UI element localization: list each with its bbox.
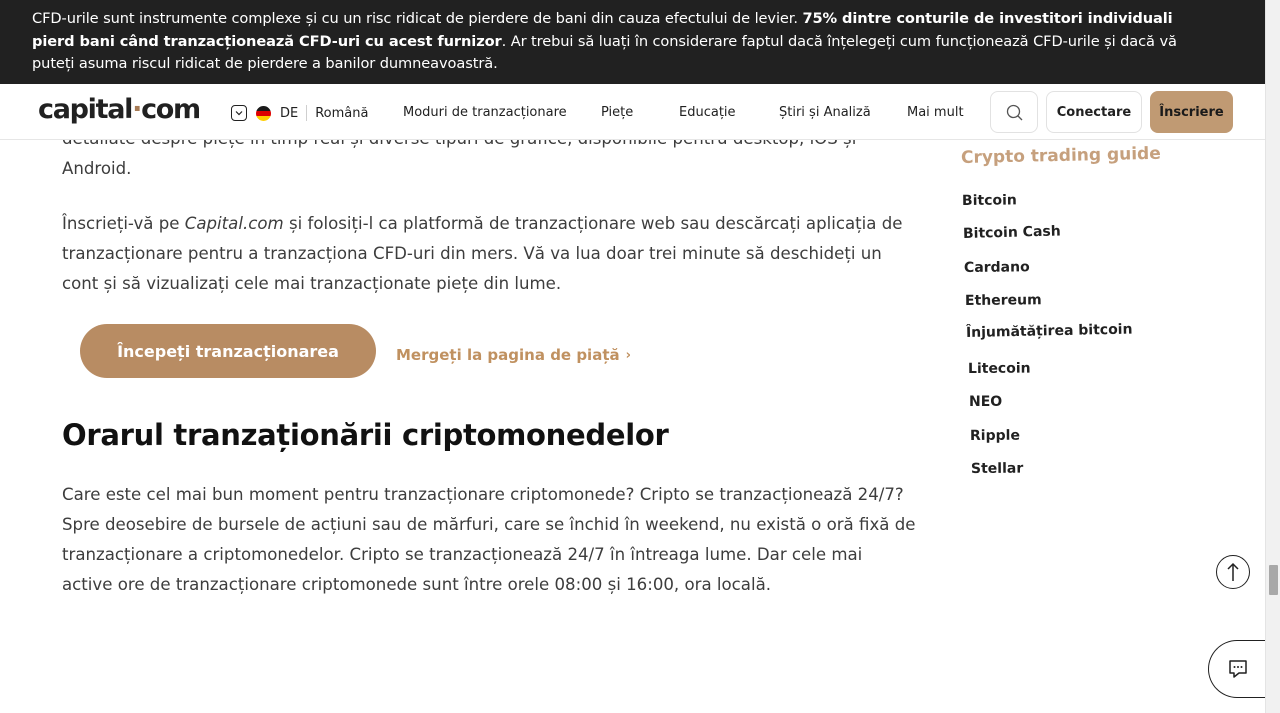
guide-item-ethereum[interactable]: Ethereum — [965, 292, 1042, 309]
chat-button[interactable] — [1208, 640, 1268, 698]
market-page-link[interactable]: Mergeți la pagina de piață › — [396, 346, 631, 364]
chat-icon — [1228, 660, 1247, 678]
language-selector[interactable]: DE Română — [231, 103, 368, 123]
risk-warning-banner: CFD-urile sunt instrumente complexe și c… — [0, 0, 1265, 84]
risk-text: CFD-urile sunt instrumente complexe și c… — [32, 10, 803, 27]
article-paragraph-signup: Înscrieți-vă pe Capital.com și folosiți-… — [62, 209, 917, 299]
back-to-top-button[interactable] — [1216, 555, 1250, 589]
crypto-guide-title: Crypto trading guide — [960, 143, 1161, 168]
guide-item-ripple[interactable]: Ripple — [970, 428, 1020, 444]
guide-item-cardano[interactable]: Cardano — [964, 259, 1030, 276]
signup-button[interactable]: Înscriere — [1150, 91, 1233, 133]
nav-news-analysis[interactable]: Știri și Analiză — [779, 105, 871, 120]
divider — [306, 105, 308, 121]
guide-item-stellar[interactable]: Stellar — [971, 461, 1023, 477]
search-button[interactable] — [990, 91, 1038, 133]
search-icon — [1006, 104, 1022, 120]
logo-dot: · — [132, 94, 142, 125]
nav-trading-modes[interactable]: Moduri de tranzacționare — [403, 105, 567, 120]
nav-education[interactable]: Educație — [679, 105, 736, 120]
chevron-right-icon: › — [625, 347, 631, 363]
germany-flag-icon — [256, 105, 271, 121]
article-paragraph-hours: Care este cel mai bun moment pentru tran… — [62, 485, 916, 594]
scrollbar-thumb[interactable] — [1269, 565, 1278, 595]
language-label: Română — [315, 105, 369, 121]
nav-more[interactable]: Mai mult — [907, 105, 964, 120]
guide-item-litecoin[interactable]: Litecoin — [968, 361, 1031, 377]
country-code: DE — [280, 105, 299, 121]
page-scrollbar[interactable] — [1265, 0, 1280, 713]
chevron-down-icon — [231, 105, 247, 121]
paragraph-line: Android. — [62, 159, 132, 178]
logo-text: capital — [38, 94, 133, 125]
capital-logo[interactable]: capital·com — [38, 94, 201, 125]
site-header: capital·com DE Română Moduri de tranzacț… — [0, 84, 1265, 140]
start-trading-button[interactable]: Începeți tranzacționarea — [80, 324, 376, 378]
nav-markets[interactable]: Piețe — [601, 105, 633, 120]
guide-item-bitcoin-halving[interactable]: Înjumătățirea bitcoin — [966, 322, 1133, 341]
guide-item-neo[interactable]: NEO — [969, 394, 1002, 410]
guide-item-bitcoin-cash[interactable]: Bitcoin Cash — [963, 223, 1061, 242]
arrow-up-icon — [1227, 562, 1239, 581]
section-title: Orarul tranzaționării criptomonedelor — [62, 418, 669, 452]
market-link-label: Mergeți la pagina de piață — [396, 346, 620, 364]
capital-link[interactable]: Capital.com — [185, 214, 284, 233]
paragraph-text: Înscrieți-vă pe — [62, 214, 185, 233]
guide-item-bitcoin[interactable]: Bitcoin — [962, 192, 1017, 209]
login-button[interactable]: Conectare — [1046, 91, 1142, 133]
logo-text: com — [141, 94, 201, 125]
